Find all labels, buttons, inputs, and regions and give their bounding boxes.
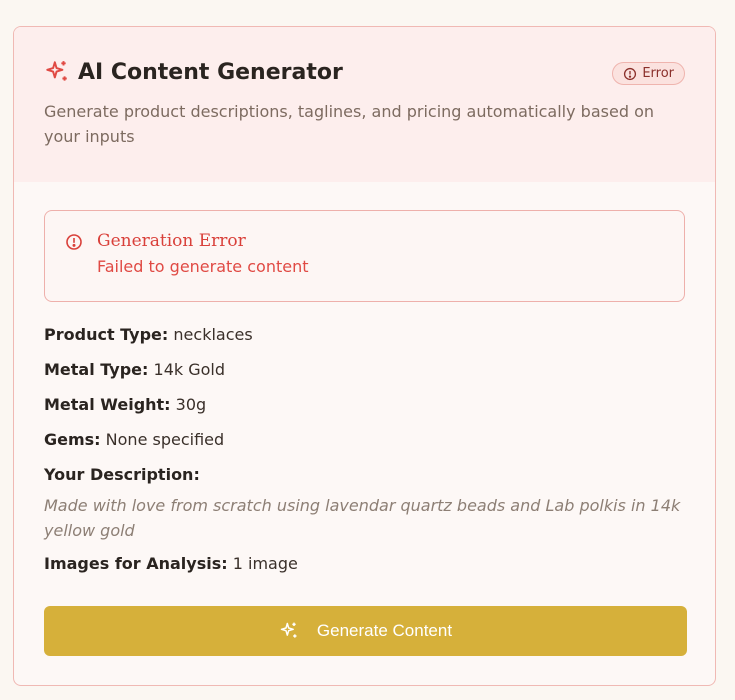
images-row: Images for Analysis: 1 image xyxy=(44,553,685,575)
gems-row: Gems: None specified xyxy=(44,429,685,451)
title-row: AI Content Generator xyxy=(44,59,685,85)
page-title: AI Content Generator xyxy=(78,59,343,85)
content-generator-card: AI Content Generator Error Generate prod… xyxy=(13,26,716,686)
gems-label: Gems: xyxy=(44,430,101,449)
error-message: Failed to generate content xyxy=(97,257,309,276)
alert-circle-icon xyxy=(623,67,637,81)
input-summary: Product Type: necklaces Metal Type: 14k … xyxy=(44,324,685,575)
error-alert: Generation Error Failed to generate cont… xyxy=(44,210,685,302)
metal-type-value: 14k Gold xyxy=(153,360,226,379)
description-value: Made with love from scratch using lavend… xyxy=(44,496,681,540)
metal-weight-label: Metal Weight: xyxy=(44,395,171,414)
images-value: 1 image xyxy=(232,554,298,573)
description-row: Your Description: xyxy=(44,464,685,486)
status-badge: Error xyxy=(612,62,685,85)
product-type-label: Product Type: xyxy=(44,325,169,344)
error-content: Generation Error Failed to generate cont… xyxy=(97,231,309,281)
page-subtitle: Generate product descriptions, taglines,… xyxy=(44,102,654,146)
sparkles-icon xyxy=(44,59,70,85)
card-header: AI Content Generator Error Generate prod… xyxy=(14,27,715,182)
product-type-row: Product Type: necklaces xyxy=(44,324,685,346)
generate-content-label: Generate Content xyxy=(316,621,453,640)
product-type-value: necklaces xyxy=(173,325,253,344)
metal-weight-row: Metal Weight: 30g xyxy=(44,394,685,416)
metal-type-label: Metal Type: xyxy=(44,360,149,379)
status-badge-label: Error xyxy=(642,66,674,81)
alert-circle-icon xyxy=(65,233,83,251)
card-body: Generation Error Failed to generate cont… xyxy=(14,182,715,575)
images-label: Images for Analysis: xyxy=(44,554,228,573)
gems-value: None specified xyxy=(105,430,225,449)
error-title: Generation Error xyxy=(97,231,246,251)
metal-weight-value: 30g xyxy=(175,395,207,414)
sparkles-icon xyxy=(279,621,299,641)
description-label: Your Description: xyxy=(44,465,200,484)
generate-content-button[interactable]: Generate Content xyxy=(44,606,687,656)
metal-type-row: Metal Type: 14k Gold xyxy=(44,359,685,381)
